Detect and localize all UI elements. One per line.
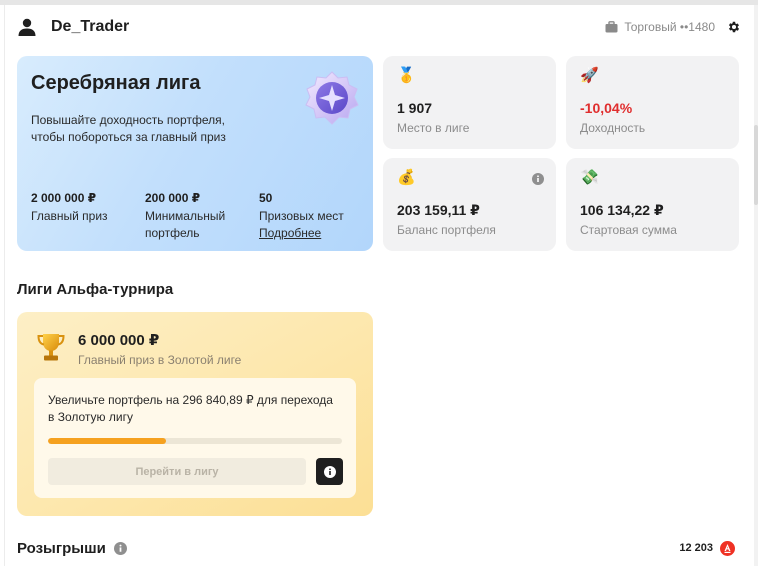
info-icon[interactable] — [532, 173, 544, 185]
username: De_Trader — [51, 18, 130, 35]
money-bag-icon: 💰 — [397, 169, 416, 186]
stat-value: 2 000 000 ₽ — [31, 191, 97, 205]
draws-count: 12 203 — [679, 542, 713, 554]
tile-yield: 🚀 -10,04% Доходность — [566, 56, 739, 149]
stat-min-portfolio: 200 000 ₽ Минимальный портфель — [145, 190, 259, 242]
progress-fill — [48, 438, 166, 444]
header: De_Trader Торговый ••1480 — [17, 14, 741, 40]
info-button[interactable] — [316, 458, 343, 485]
account-selector[interactable]: Торговый ••1480 — [605, 20, 741, 34]
stat-value: 200 000 ₽ — [145, 191, 201, 205]
gold-league-card: 6 000 000 ₽ Главный приз в Золотой лиге … — [17, 312, 373, 516]
flying-money-icon: 💸 — [580, 169, 599, 186]
upgrade-text: Увеличьте портфель на 296 840,89 ₽ для п… — [48, 393, 333, 424]
stat-main-prize: 2 000 000 ₽ Главный приз — [31, 190, 145, 242]
silver-league-card[interactable]: Серебряная лига Повышайте доходность пор… — [17, 56, 373, 251]
tile-label: Место в лиге — [397, 121, 470, 135]
gold-prize-label: Главный приз в Золотой лиге — [78, 353, 242, 367]
scrollbar[interactable] — [754, 5, 758, 566]
stat-label: Минимальный портфель — [145, 209, 226, 240]
draws-row[interactable]: Розыгрыши 12 203 — [17, 538, 735, 558]
tournament-section-title: Лиги Альфа-турнира — [17, 281, 174, 298]
stat-value: 50 — [259, 191, 273, 205]
tile-label: Стартовая сумма — [580, 223, 677, 237]
account-label: Торговый ••1480 — [624, 20, 715, 34]
scrollbar-thumb[interactable] — [754, 125, 758, 205]
tile-value: -10,04% — [580, 100, 633, 116]
stat-prize-places: 50 Призовых мест Подробнее — [259, 190, 359, 242]
gold-prize: 6 000 000 ₽ — [78, 332, 160, 349]
gold-medal-icon: 🥇 — [397, 67, 416, 84]
rocket-icon: 🚀 — [580, 67, 599, 84]
tile-start-sum: 💸 106 134,22 ₽ Стартовая сумма — [566, 158, 739, 251]
briefcase-icon — [605, 21, 618, 33]
tile-value: 1 907 — [397, 100, 433, 116]
trophy-icon — [37, 334, 65, 361]
tile-label: Доходность — [580, 121, 646, 135]
join-league-button[interactable]: Перейти в лигу — [48, 458, 306, 485]
league-stats: 2 000 000 ₽ Главный приз 200 000 ₽ Миним… — [31, 190, 359, 242]
league-title: Серебряная лига — [31, 72, 201, 94]
upgrade-card: Увеличьте портфель на 296 840,89 ₽ для п… — [34, 378, 356, 498]
draws-title: Розыгрыши — [17, 539, 106, 557]
top-strip — [0, 0, 758, 5]
info-icon — [323, 465, 336, 478]
user-icon[interactable] — [17, 17, 37, 37]
tile-label: Баланс портфеля — [397, 223, 496, 237]
info-icon[interactable] — [113, 541, 127, 555]
left-border — [4, 5, 5, 566]
tile-value: 203 159,11 ₽ — [397, 202, 480, 218]
alfa-logo-icon — [720, 540, 735, 556]
more-link[interactable]: Подробнее — [259, 225, 359, 242]
stat-label: Главный приз — [31, 209, 108, 223]
gear-icon[interactable] — [727, 20, 741, 34]
league-badge-icon — [305, 71, 359, 125]
tile-value: 106 134,22 ₽ — [580, 202, 664, 218]
progress-bar — [48, 438, 342, 444]
tile-portfolio-balance: 💰 203 159,11 ₽ Баланс портфеля — [383, 158, 556, 251]
tile-league-place: 🥇 1 907 Место в лиге — [383, 56, 556, 149]
stat-label: Призовых мест — [259, 209, 344, 223]
league-description: Повышайте доходность портфеля, чтобы поб… — [31, 113, 226, 144]
